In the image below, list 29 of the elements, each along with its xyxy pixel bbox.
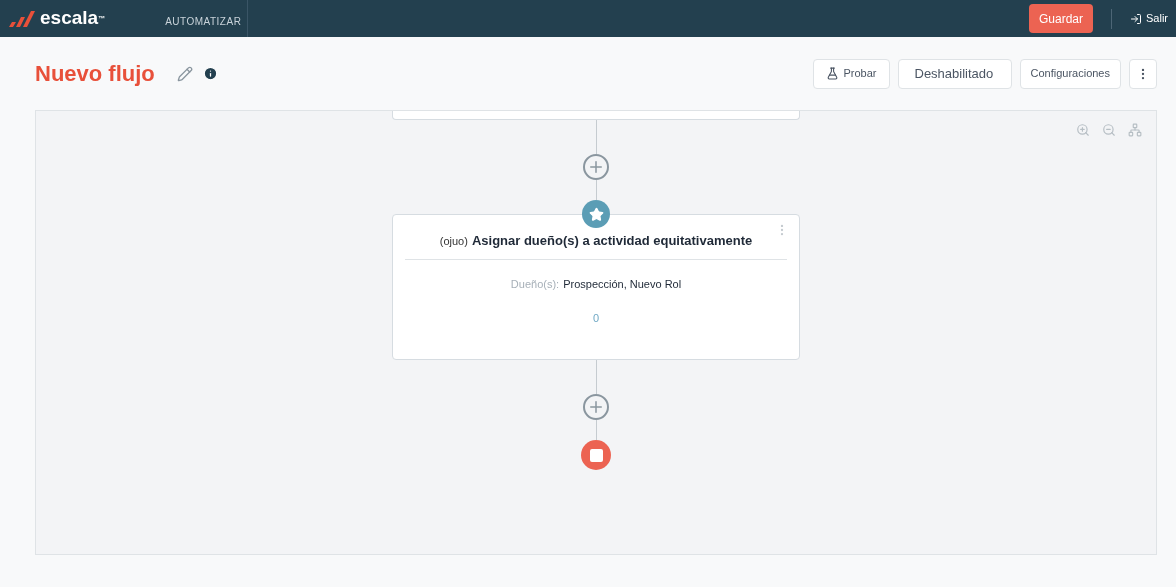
add-step-button[interactable] <box>583 394 609 420</box>
info-icon <box>202 66 218 81</box>
zoom-out-icon[interactable] <box>1102 123 1116 137</box>
nav-item[interactable]: AUTOMATIZAR <box>165 14 242 29</box>
layout-icon[interactable] <box>1128 123 1142 137</box>
end-node-icon <box>581 440 611 470</box>
zoom-in-icon[interactable] <box>1076 123 1090 137</box>
action-node-card[interactable]: (ojuo) Asignar dueño(s) a actividad equitativamente Dueño(s): Prospección, Nuevo Rol 0 <box>392 214 800 360</box>
owners-value: Prospección, Nuevo Rol <box>563 276 682 292</box>
logo-bars-icon <box>8 9 36 28</box>
plus-icon <box>587 398 605 416</box>
node-id: (ojuo) <box>439 234 468 249</box>
page-title: Nuevo flujo <box>35 60 155 88</box>
node-card[interactable] <box>392 111 800 120</box>
logo-text: escala$^{™}$ <box>40 6 106 31</box>
flask-icon <box>826 67 840 80</box>
owners-label: Dueño(s): <box>510 276 560 292</box>
settings-button[interactable]: Configuraciones <box>1019 58 1121 89</box>
exit-link[interactable]: Salir <box>1130 10 1168 27</box>
test-button[interactable]: Probar <box>813 58 890 89</box>
edit-icon[interactable] <box>176 65 193 82</box>
exit-icon <box>1130 12 1142 25</box>
add-step-button[interactable] <box>583 154 609 180</box>
node-count: 0 <box>592 311 600 326</box>
status-dropdown[interactable]: Deshabilitado <box>897 58 1012 89</box>
node-title: Asignar dueño(s) a actividad equitativamente <box>471 232 753 250</box>
more-button[interactable] <box>1129 58 1157 89</box>
plus-icon <box>587 158 605 176</box>
star-node-icon <box>582 200 610 228</box>
